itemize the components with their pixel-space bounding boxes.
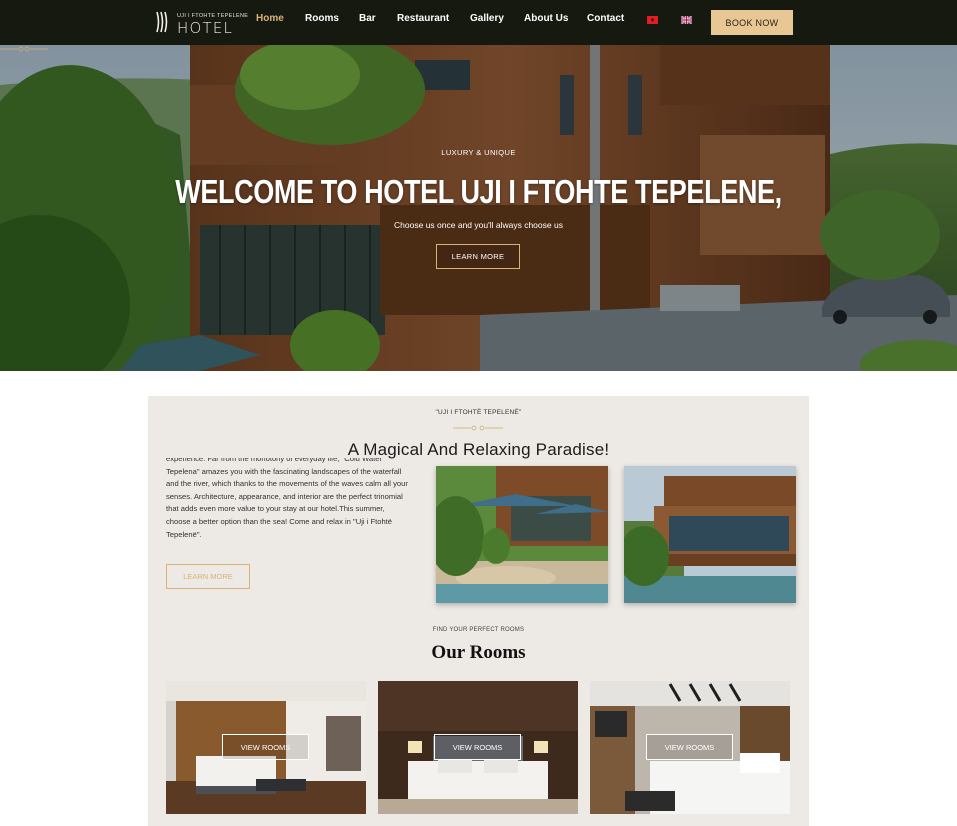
hero-section: LUXURY & UNIQUE WELCOME TO HOTEL UJI I F… [0, 45, 957, 371]
nav-bar[interactable]: Bar [359, 13, 376, 24]
book-now-button[interactable]: BOOK NOW [711, 10, 793, 35]
nav-gallery[interactable]: Gallery [470, 13, 504, 24]
nav-rooms[interactable]: Rooms [305, 13, 339, 24]
ornament-divider-icon [453, 425, 503, 431]
view-rooms-button[interactable]: VIEW ROOMS [434, 734, 521, 760]
albanian-flag-icon[interactable] [647, 16, 658, 24]
terrace-photo [436, 466, 608, 603]
hero-subtitle: Choose us once and you'll always choose … [394, 220, 563, 230]
view-rooms-button[interactable]: VIEW ROOMS [222, 734, 309, 760]
about-paragraph: experience. Far from the monotony of eve… [166, 458, 408, 539]
hero-learn-more-button[interactable]: LEARN MORE [436, 244, 520, 269]
about-learn-more-button[interactable]: LEARN MORE [166, 564, 250, 589]
room-card[interactable]: VIEW ROOMS [378, 681, 578, 814]
about-title: A Magical And Relaxing Paradise! [347, 440, 610, 459]
ornament-divider-icon [0, 46, 48, 52]
nav-home[interactable]: Home [256, 13, 284, 24]
building-photo [624, 466, 796, 603]
about-description: experience. Far from the monotony of eve… [166, 458, 411, 552]
room-card[interactable]: VIEW ROOMS [590, 681, 790, 814]
rooms-title: Our Rooms [431, 642, 526, 663]
rooms-kicker: FIND YOUR PERFECT ROOMS [432, 627, 525, 633]
nav-about-us[interactable]: About Us [524, 13, 568, 24]
hero-title: WELCOME TO HOTEL UJI I FTOHTE TEPELENE, [175, 173, 782, 210]
top-navbar: UJI I FTOHTE TEPELENE HOTEL Home Rooms B… [0, 0, 957, 45]
about-kicker: "UJI I FTOHTË TEPELENË" [435, 409, 522, 416]
uk-flag-icon[interactable] [681, 16, 692, 24]
room-card[interactable]: VIEW ROOMS [166, 681, 366, 814]
logo-word: HOTEL [177, 19, 234, 37]
hero-tagline: LUXURY & UNIQUE [441, 148, 516, 157]
nav-restaurant[interactable]: Restaurant [397, 13, 449, 24]
hotel-logo[interactable]: UJI I FTOHTE TEPELENE HOTEL [155, 10, 248, 37]
content-panel: "UJI I FTOHTË TEPELENË" A Magical And Re… [148, 396, 809, 826]
nav-contact[interactable]: Contact [587, 13, 624, 24]
view-rooms-button[interactable]: VIEW ROOMS [646, 734, 733, 760]
logo-mark-icon [156, 11, 168, 33]
